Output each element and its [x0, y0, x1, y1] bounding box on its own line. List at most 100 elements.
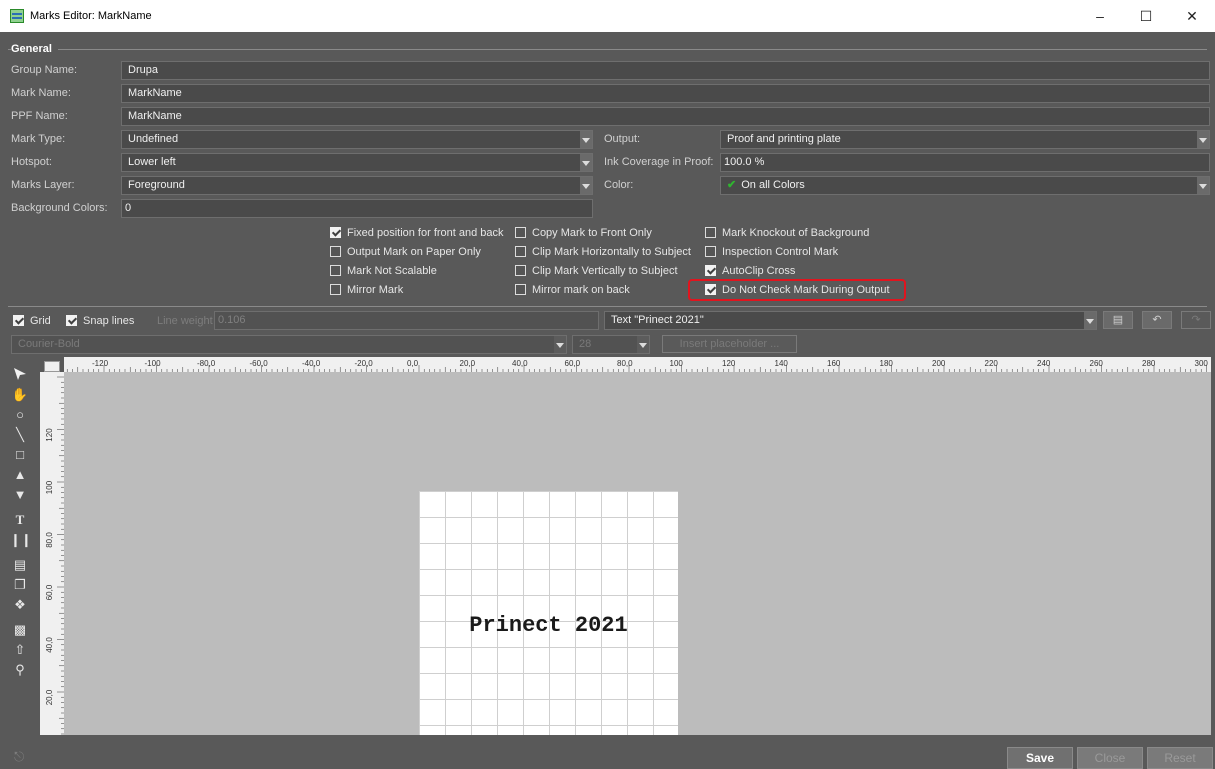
option-checkbox[interactable]: Inspection Control Mark	[705, 246, 838, 260]
checkbox-box	[330, 227, 341, 238]
checkbox-box	[515, 265, 526, 276]
font-size-dropdown[interactable]: 28	[572, 335, 650, 354]
color-dropdown[interactable]: ✔ On all Colors	[720, 176, 1210, 195]
duplicate-icon[interactable]: ❐	[10, 576, 30, 593]
insert-placeholder-button[interactable]: Insert placeholder ...	[662, 335, 797, 353]
ruler-label: 300	[1195, 359, 1209, 368]
option-checkbox[interactable]: Mirror Mark	[330, 284, 403, 298]
ruler-label: 160	[827, 359, 841, 368]
option-checkbox[interactable]: AutoClip Cross	[705, 265, 795, 279]
chevron-down-icon	[1197, 177, 1209, 194]
layers-button[interactable]: ▤	[1103, 311, 1133, 329]
object-select-dropdown[interactable]: Text "Prinect 2021"	[604, 311, 1097, 330]
window-title: Marks Editor: MarkName	[30, 10, 152, 22]
option-checkbox[interactable]: Clip Mark Vertically to Subject	[515, 265, 678, 279]
marks-editor-app-icon	[10, 9, 24, 23]
font-dropdown[interactable]: Courier-Bold	[11, 335, 567, 354]
lock-icon[interactable]: ⎋	[14, 749, 24, 765]
mark-preview[interactable]: Prinect 2021	[419, 491, 678, 735]
line-icon[interactable]: ╲	[10, 426, 30, 443]
chevron-down-icon	[1197, 131, 1209, 148]
ruler-label: -40,0	[302, 359, 321, 368]
marks-layer-dropdown[interactable]: Foreground	[121, 176, 593, 195]
barcode-icon[interactable]: ❙❙	[10, 531, 32, 548]
checkbox-box	[705, 265, 716, 276]
hotspot-dropdown[interactable]: Lower left	[121, 153, 593, 172]
checkbox-box	[330, 284, 341, 295]
ruler-label: 60,0	[565, 359, 581, 368]
undo-button[interactable]: ↶	[1142, 311, 1172, 329]
bring-to-front-icon[interactable]: ⇧	[10, 641, 30, 658]
output-value: Proof and printing plate	[727, 133, 841, 145]
minimize-button[interactable]: –	[1077, 0, 1123, 32]
maximize-button[interactable]: ☐	[1123, 0, 1169, 32]
stroke-icon[interactable]: ▼	[10, 486, 30, 503]
chevron-down-icon	[1084, 312, 1096, 329]
undo-icon: ↶	[1152, 314, 1162, 326]
option-label: Mirror Mark	[347, 284, 404, 296]
option-checkbox[interactable]: Mark Not Scalable	[330, 265, 437, 279]
option-checkbox[interactable]: Clip Mark Horizontally to Subject	[515, 246, 691, 260]
align-icon[interactable]: ❖	[10, 596, 30, 613]
checkbox-box	[330, 246, 341, 257]
snap-lines-checkbox[interactable]: Snap lines	[66, 315, 134, 329]
close-button[interactable]: Close	[1077, 747, 1143, 769]
ppf-name-field[interactable]: MarkName	[121, 107, 1210, 126]
close-window-button[interactable]: ✕	[1169, 0, 1215, 32]
mark-type-dropdown[interactable]: Undefined	[121, 130, 593, 149]
option-checkbox[interactable]: Mirror mark on back	[515, 284, 630, 298]
mark-canvas[interactable]: Prinect 2021	[64, 372, 1211, 735]
editor-divider	[8, 306, 1207, 307]
option-checkbox[interactable]: Mark Knockout of Background	[705, 227, 869, 241]
snap-lines-label: Snap lines	[83, 315, 135, 327]
horizontal-ruler: -120 -100 -80,0 -60,0 -40,0 -20,0 0,0 20,0 40,0 6…	[64, 357, 1211, 372]
rectangle-icon[interactable]: □	[10, 446, 30, 463]
group-name-field[interactable]: Drupa	[121, 61, 1210, 80]
marks-layer-label: Marks Layer:	[11, 179, 75, 191]
redo-button[interactable]: ↷	[1181, 311, 1211, 329]
ellipse-icon[interactable]: ○	[10, 406, 30, 423]
mark-type-label: Mark Type:	[11, 133, 66, 145]
ruler-label: -60,0	[250, 359, 269, 368]
grid-checkbox[interactable]: Grid	[13, 315, 51, 329]
ink-coverage-field[interactable]: 100.0 %	[720, 153, 1210, 172]
ruler-label: -20,0	[355, 359, 374, 368]
checkbox-box	[705, 227, 716, 238]
line-weight-label: Line weight	[157, 315, 213, 327]
zoom-icon[interactable]: ⚲	[10, 661, 30, 678]
output-dropdown[interactable]: Proof and printing plate	[720, 130, 1210, 149]
font-value: Courier-Bold	[18, 338, 80, 350]
title-bar: Marks Editor: MarkName – ☐ ✕	[0, 0, 1215, 32]
color-value: On all Colors	[741, 179, 805, 191]
ruler-label: 40,0	[45, 637, 54, 653]
group-name-label: Group Name:	[11, 64, 78, 76]
hotspot-value: Lower left	[128, 156, 176, 168]
mark-name-field[interactable]: MarkName	[121, 84, 1210, 103]
option-checkbox[interactable]: Output Mark on Paper Only	[330, 246, 481, 260]
ruler-label: 100	[670, 359, 684, 368]
ruler-label: 20,0	[460, 359, 476, 368]
text-icon[interactable]: T	[10, 511, 30, 528]
select-arrow-icon[interactable]	[10, 366, 30, 383]
save-button[interactable]: Save	[1007, 747, 1073, 769]
mark-name-label: Mark Name:	[11, 87, 71, 99]
delete-icon[interactable]: ▤	[10, 556, 30, 573]
ruler-label: 20,0	[45, 689, 54, 705]
ruler-label: 240	[1037, 359, 1051, 368]
hotspot-label: Hotspot:	[11, 156, 52, 168]
fill-icon[interactable]: ▲	[10, 466, 30, 483]
reset-button[interactable]: Reset	[1147, 747, 1213, 769]
general-heading: General	[11, 43, 58, 55]
option-checkbox[interactable]: Copy Mark to Front Only	[515, 227, 652, 241]
option-checkbox[interactable]: Fixed position for front and back	[330, 227, 504, 241]
background-colors-field[interactable]: 0	[121, 199, 593, 218]
highlight-frame	[688, 279, 906, 301]
checkbox-box	[330, 265, 341, 276]
ruler-label: 40,0	[512, 359, 528, 368]
font-size-value: 28	[579, 338, 592, 350]
save-mark-icon[interactable]: ▩	[10, 621, 30, 638]
hand-icon[interactable]: ✋	[10, 386, 30, 403]
checkbox-box	[515, 284, 526, 295]
ruler-label: -80,0	[197, 359, 216, 368]
line-weight-field[interactable]: 0.106	[214, 311, 599, 330]
